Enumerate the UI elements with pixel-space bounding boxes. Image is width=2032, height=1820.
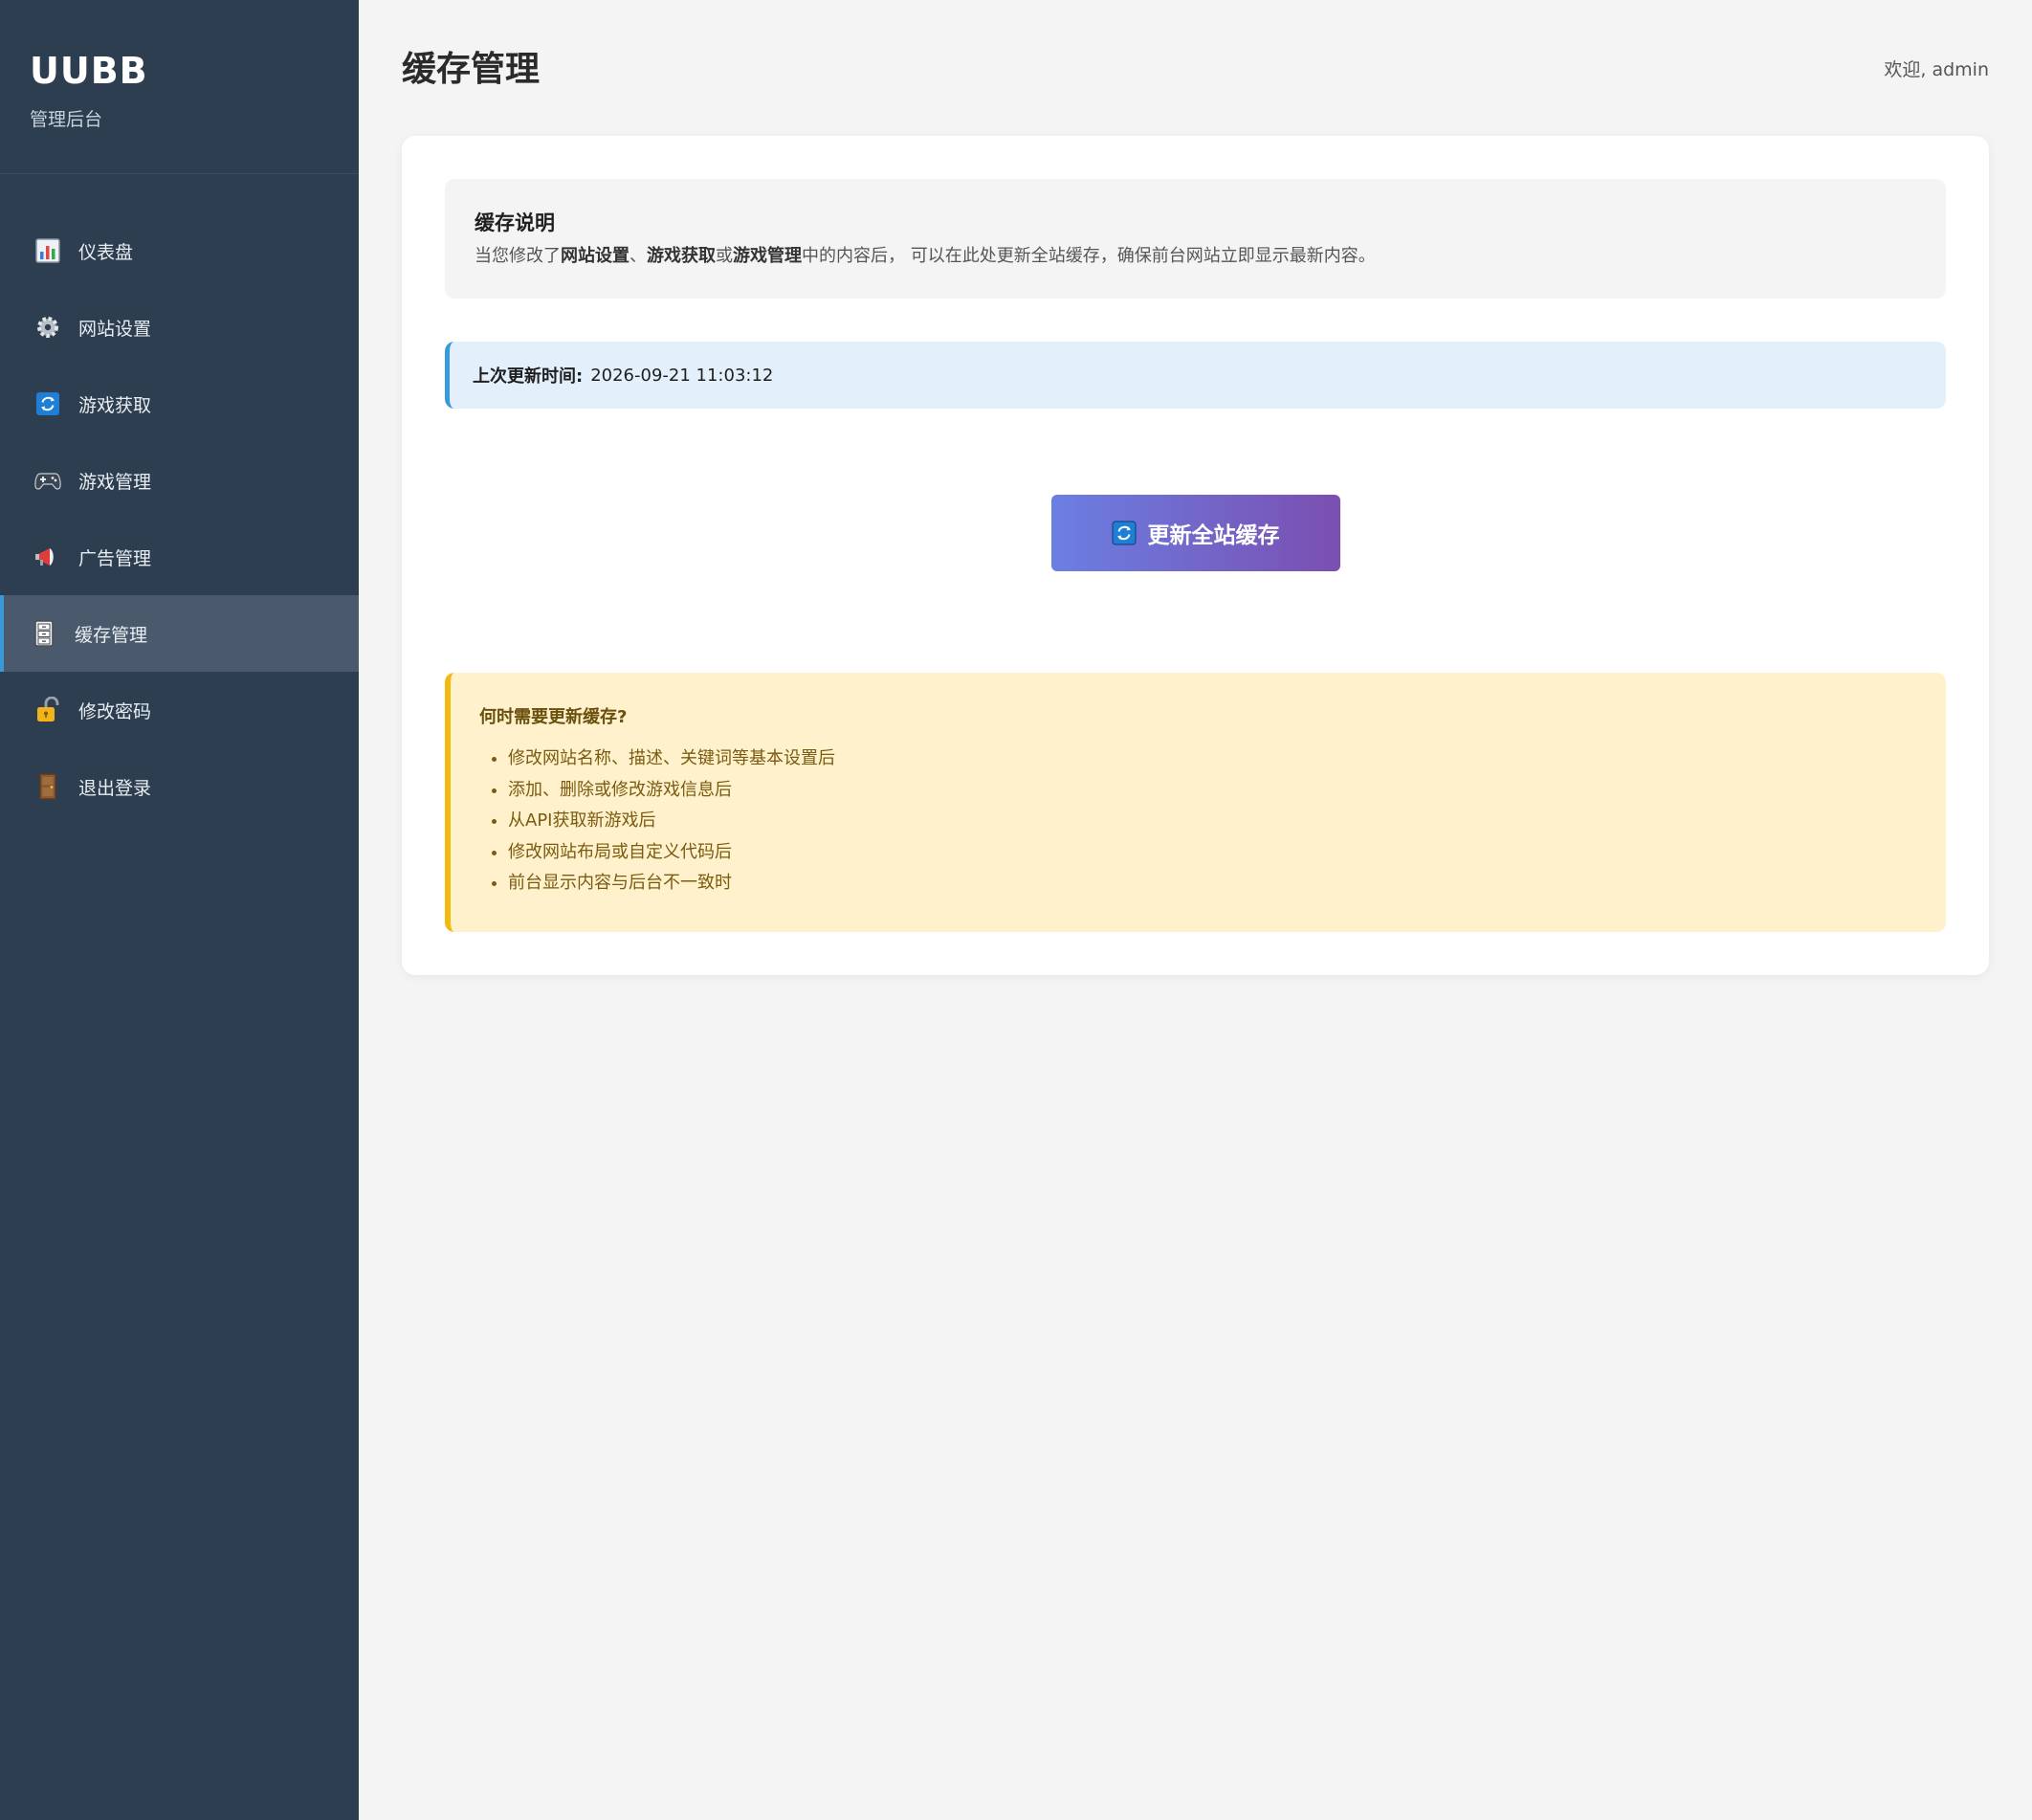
refresh-button-label: 更新全站缓存 <box>1147 523 1280 549</box>
description-text-part: 当您修改了 <box>475 246 561 266</box>
description-bold-site-settings: 网站设置 <box>561 246 629 266</box>
tips-list-item: 修改网站布局或自定义代码后 <box>508 837 1917 869</box>
gamepad-icon <box>34 467 61 494</box>
description-text-part: 或 <box>716 246 733 266</box>
sidebar-item-label: 广告管理 <box>78 547 152 569</box>
tips-box: 何时需要更新缓存? 修改网站名称、描述、关键词等基本设置后 添加、删除或修改游戏… <box>445 673 1946 932</box>
last-update-label: 上次更新时间: <box>473 366 584 388</box>
door-icon <box>34 773 61 800</box>
description-bold-game-management: 游戏管理 <box>733 246 802 266</box>
sidebar-nav: 仪表盘 网站设置 游戏获取 游戏管理 广告管理 缓存管理 修改密码 退出登录 <box>0 174 359 825</box>
megaphone-icon <box>34 544 61 570</box>
description-text: 当您修改了网站设置、游戏获取或游戏管理中的内容后， 可以在此处更新全站缓存，确保… <box>475 244 1916 268</box>
sidebar-item-label: 仪表盘 <box>78 241 134 263</box>
cache-description: 缓存说明 当您修改了网站设置、游戏获取或游戏管理中的内容后， 可以在此处更新全站… <box>445 179 1946 300</box>
last-update-box: 上次更新时间: 2026-09-21 11:03:12 <box>445 342 1946 410</box>
refresh-icon <box>1112 521 1137 545</box>
brand-title: UUBB <box>30 50 148 92</box>
last-update-value: 2026-09-21 11:03:12 <box>590 365 774 386</box>
tips-list-item: 前台显示内容与后台不一致时 <box>508 868 1917 899</box>
sidebar-item-change-password[interactable]: 修改密码 <box>0 672 359 748</box>
file-cabinet-icon <box>31 620 57 647</box>
refresh-icon <box>34 390 61 417</box>
refresh-cache-button[interactable]: 更新全站缓存 <box>1050 495 1340 572</box>
page-title: 缓存管理 <box>402 50 541 89</box>
topbar: 缓存管理 欢迎, admin <box>402 0 1989 136</box>
sidebar-item-game-management[interactable]: 游戏管理 <box>0 442 359 519</box>
welcome-text: 欢迎, admin <box>1884 58 1989 80</box>
sidebar-item-label: 游戏管理 <box>78 471 152 493</box>
sidebar-item-ad-management[interactable]: 广告管理 <box>0 519 359 595</box>
sidebar-item-label: 修改密码 <box>78 700 152 722</box>
sidebar-item-label: 游戏获取 <box>78 394 152 416</box>
brand-subtitle: 管理后台 <box>30 109 103 130</box>
gear-icon <box>34 314 61 341</box>
bar-chart-icon <box>34 237 61 264</box>
sidebar-item-dashboard[interactable]: 仪表盘 <box>0 212 359 289</box>
sidebar-item-label: 退出登录 <box>78 777 152 799</box>
description-title: 缓存说明 <box>475 211 555 234</box>
sidebar-item-label: 网站设置 <box>78 318 152 340</box>
sidebar-item-logout[interactable]: 退出登录 <box>0 748 359 825</box>
tips-list-item: 修改网站名称、描述、关键词等基本设置后 <box>508 744 1917 775</box>
description-bold-game-fetch: 游戏获取 <box>647 246 716 266</box>
sidebar-item-label: 缓存管理 <box>75 624 148 646</box>
tips-title: 何时需要更新缓存? <box>479 707 628 728</box>
sidebar-item-cache-management[interactable]: 缓存管理 <box>0 595 359 672</box>
app-root: UUBB 管理后台 仪表盘 网站设置 游戏获取 游戏管理 广告管理 缓存管理 修… <box>0 0 2032 1820</box>
sidebar-item-site-settings[interactable]: 网站设置 <box>0 289 359 366</box>
tips-list-item: 添加、删除或修改游戏信息后 <box>508 775 1917 807</box>
description-text-part: 中的内容后， 可以在此处更新全站缓存，确保前台网站立即显示最新内容。 <box>802 246 1376 266</box>
brand: UUBB 管理后台 <box>0 0 359 174</box>
cache-card: 缓存说明 当您修改了网站设置、游戏获取或游戏管理中的内容后， 可以在此处更新全站… <box>402 136 1989 975</box>
sidebar: UUBB 管理后台 仪表盘 网站设置 游戏获取 游戏管理 广告管理 缓存管理 修… <box>0 0 359 1820</box>
main-content: 缓存管理 欢迎, admin 缓存说明 当您修改了网站设置、游戏获取或游戏管理中… <box>359 0 2032 1820</box>
refresh-button-wrap: 更新全站缓存 <box>445 495 1946 572</box>
sidebar-item-game-fetch[interactable]: 游戏获取 <box>0 366 359 442</box>
description-text-part: 、 <box>629 246 647 266</box>
lock-icon <box>34 697 61 723</box>
tips-list: 修改网站名称、描述、关键词等基本设置后 添加、删除或修改游戏信息后 从API获取… <box>479 744 1917 899</box>
tips-list-item: 从API获取新游戏后 <box>508 806 1917 837</box>
